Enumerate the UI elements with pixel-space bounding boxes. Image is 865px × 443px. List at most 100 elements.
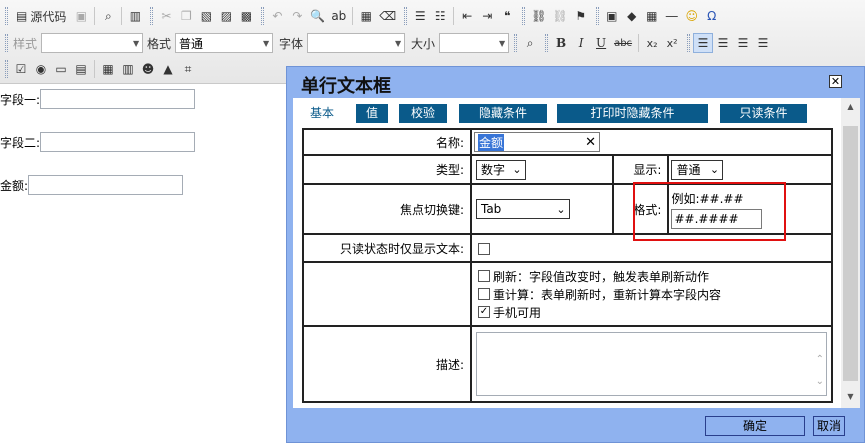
replace-icon[interactable]: ab: [328, 6, 349, 26]
focus-key-select[interactable]: Tab ⌄: [475, 199, 570, 219]
description-textarea[interactable]: ⌃ ⌄: [475, 332, 827, 396]
description-label: 描述:: [302, 325, 472, 403]
dialog-body: 基本 值 校验 隐藏条件 打印时隐藏条件 只读条件 名称: 金额 ✕ 类型: 数…: [293, 98, 860, 408]
unlink-icon[interactable]: ⛓: [550, 6, 571, 26]
scroll-up-icon[interactable]: ▲: [843, 100, 858, 114]
font-combo[interactable]: ▼: [307, 33, 406, 53]
tab-readonly-condition[interactable]: 只读条件: [720, 104, 807, 123]
show-blocks-icon[interactable]: ⌕: [520, 33, 540, 53]
select-all-icon[interactable]: ▦: [356, 6, 376, 26]
indent-icon[interactable]: ⇥: [477, 6, 497, 26]
undo-icon[interactable]: ↶: [267, 6, 287, 26]
mobile-checkbox[interactable]: ✓: [477, 306, 490, 318]
subscript-button[interactable]: x₂: [642, 33, 662, 53]
tab-basic[interactable]: 基本: [301, 104, 343, 123]
dialog-footer: 确定 取消: [287, 409, 864, 443]
redo-icon[interactable]: ↷: [287, 6, 307, 26]
form-row-field1: 字段一:: [0, 89, 196, 109]
special-char-icon[interactable]: Ω: [702, 6, 722, 26]
align-justify-icon[interactable]: ☰: [753, 33, 773, 53]
smiley-icon[interactable]: ☺: [682, 6, 702, 26]
image-icon[interactable]: ▣: [602, 6, 622, 26]
tab-print-hide-condition[interactable]: 打印时隐藏条件: [557, 104, 708, 123]
paste-word-icon[interactable]: ▩: [236, 6, 256, 26]
tab-value[interactable]: 值: [356, 104, 388, 123]
find-icon[interactable]: 🔍: [307, 6, 328, 26]
display-select[interactable]: 普通 ⌄: [671, 159, 724, 180]
option-refresh[interactable]: 刷新：字段值改变时，触发表单刷新动作: [477, 267, 831, 285]
align-center-icon[interactable]: ☰: [713, 33, 733, 53]
tab-validation[interactable]: 校验: [399, 104, 447, 123]
format-combo[interactable]: 普通 ▼: [175, 33, 274, 53]
chevron-down-icon: ⌄: [556, 202, 566, 216]
toolbar-grip[interactable]: [5, 7, 8, 25]
refresh-checkbox[interactable]: [477, 270, 490, 282]
chevron-down-icon: ⌄: [709, 163, 720, 176]
format-example: 例如:##.##: [671, 191, 744, 206]
anchor-icon[interactable]: ⚑: [571, 6, 591, 26]
datagrid-control-icon[interactable]: ▦: [98, 59, 118, 79]
textfield-control-icon[interactable]: ▭: [51, 59, 71, 79]
form-row-amount: 金额:: [0, 175, 184, 195]
close-icon[interactable]: ✕: [829, 75, 842, 88]
textarea-control-icon[interactable]: ▤: [71, 59, 91, 79]
paste-icon[interactable]: ▧: [196, 6, 216, 26]
option-mobile[interactable]: ✓ 手机可用: [477, 303, 831, 321]
readonly-text-checkbox[interactable]: [477, 242, 490, 255]
size-combo[interactable]: ▼: [439, 33, 510, 53]
amount-input[interactable]: [28, 175, 184, 195]
field2-input[interactable]: [40, 132, 196, 152]
bold-button[interactable]: B: [551, 33, 571, 53]
blockquote-icon[interactable]: ❝: [497, 6, 517, 26]
option-recalc[interactable]: 重计算：表单刷新时，重新计算本字段内容: [477, 285, 831, 303]
copy-icon[interactable]: ❐: [176, 6, 196, 26]
amount-label: 金额:: [0, 178, 29, 193]
source-button[interactable]: ▤ 源代码: [11, 6, 71, 26]
tab-bar: 基本 值 校验 隐藏条件 打印时隐藏条件 只读条件: [293, 104, 860, 123]
field1-input[interactable]: [40, 89, 196, 109]
align-left-icon[interactable]: ☰: [693, 33, 714, 53]
checkbox-control-icon[interactable]: ☑: [11, 59, 31, 79]
readonly-text-label: 只读状态时仅显示文本:: [302, 233, 472, 263]
type-select[interactable]: 数字 ⌄: [475, 159, 526, 180]
style-combo-label: 样式: [13, 36, 38, 51]
textarea-scroll-arrows: ⌃ ⌄: [815, 354, 824, 387]
flash-icon[interactable]: ◆: [622, 6, 642, 26]
style-combo[interactable]: ▼: [41, 33, 144, 53]
scrollbar-thumb[interactable]: [843, 126, 858, 381]
paste-text-icon[interactable]: ▨: [216, 6, 236, 26]
user-control-icon[interactable]: ☻: [138, 59, 158, 79]
format-combo-label: 格式: [147, 36, 172, 51]
horizontal-rule-icon[interactable]: ―: [662, 6, 682, 26]
superscript-button[interactable]: x²: [662, 33, 682, 53]
templates-icon[interactable]: ▥: [125, 6, 145, 26]
cut-icon[interactable]: ✂: [156, 6, 176, 26]
remove-format-icon[interactable]: ⌫: [376, 6, 399, 26]
tree-control-icon[interactable]: ⌗: [178, 59, 198, 79]
calendar-control-icon[interactable]: ▥: [118, 59, 138, 79]
radio-control-icon[interactable]: ◉: [31, 59, 51, 79]
recalc-checkbox[interactable]: [477, 288, 490, 300]
link-icon[interactable]: ⛓: [528, 6, 549, 26]
name-input[interactable]: 金额 ✕: [473, 132, 600, 152]
dialog-scrollbar[interactable]: ▲ ▼: [841, 98, 860, 408]
ok-button[interactable]: 确定: [705, 416, 805, 436]
cancel-button[interactable]: 取消: [813, 416, 845, 436]
underline-button[interactable]: U: [591, 33, 611, 53]
table-icon[interactable]: ▦: [642, 6, 662, 26]
tab-hide-condition[interactable]: 隐藏条件: [459, 104, 547, 123]
italic-button[interactable]: I: [571, 33, 591, 53]
outdent-icon[interactable]: ⇤: [457, 6, 477, 26]
format-label: 格式:: [611, 183, 670, 235]
bulleted-list-icon[interactable]: ☷: [430, 6, 450, 26]
strikethrough-button[interactable]: abc: [611, 33, 635, 53]
save-icon[interactable]: ▣: [71, 6, 91, 26]
dept-control-icon[interactable]: ▲: [158, 59, 178, 79]
toolbar-row-2: 样式 ▼ 格式 普通 ▼ 字体 ▼ 大小 ▼ ⌕ B I U abc x₂ x²…: [0, 30, 773, 56]
format-input[interactable]: ##.####: [671, 208, 763, 229]
preview-icon[interactable]: ⌕: [98, 6, 118, 26]
align-right-icon[interactable]: ☰: [733, 33, 753, 53]
clear-icon[interactable]: ✕: [585, 135, 596, 150]
numbered-list-icon[interactable]: ☰: [410, 6, 430, 26]
scroll-down-icon[interactable]: ▼: [843, 390, 858, 404]
